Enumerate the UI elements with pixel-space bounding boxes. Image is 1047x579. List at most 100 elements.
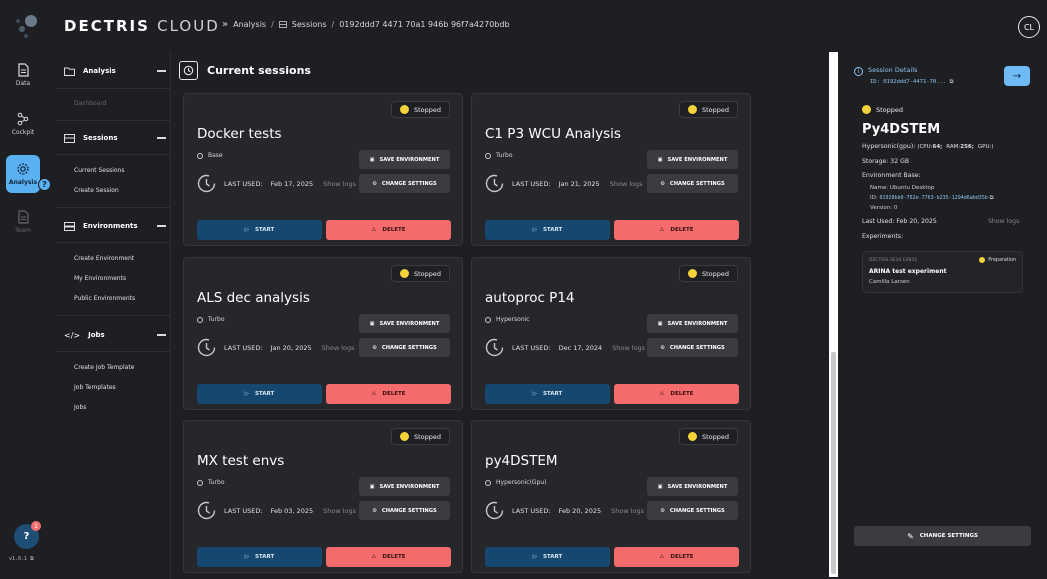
session-base: Hypersonic [485, 316, 530, 323]
help-badge-icon[interactable]: ? [38, 178, 51, 191]
session-card[interactable]: Stopped MX test envs Turbo LAST USED: Fe… [183, 420, 463, 573]
collapse-icon[interactable] [157, 334, 166, 336]
show-logs-link[interactable]: Show logs [610, 180, 643, 188]
rail-item-cockpit[interactable]: Cockpit [6, 105, 40, 143]
panel-title-text: Session Details [868, 66, 918, 74]
clock-icon [485, 338, 504, 357]
collapse-icon[interactable] [157, 137, 166, 139]
nav-item-public-environments[interactable]: Public Environments [74, 295, 135, 302]
change-settings-button[interactable]: ⚙ CHANGE SETTINGS [647, 338, 738, 357]
session-last-used: LAST USED: Feb 17, 2025 Show logs [197, 174, 356, 193]
panel-show-logs-link[interactable]: Show logs [988, 218, 1019, 225]
panel-status-text: Stopped [876, 105, 904, 114]
save-environment-button[interactable]: ▣ SAVE ENVIRONMENT [359, 314, 450, 333]
start-button[interactable]: ▷ START [485, 220, 610, 240]
change-settings-button[interactable]: ⚙ CHANGE SETTINGS [359, 338, 450, 357]
last-used-date: Feb 17, 2025 [270, 179, 314, 188]
nav-item-create-job-template[interactable]: Create Job Template [74, 364, 134, 371]
show-logs-link[interactable]: Show logs [611, 507, 644, 515]
change-settings-button[interactable]: ⚙ CHANGE SETTINGS [359, 501, 450, 520]
save-environment-button[interactable]: ▣ SAVE ENVIRONMENT [647, 150, 738, 169]
show-logs-link[interactable]: Show logs [322, 344, 355, 352]
nav-item-job-templates[interactable]: Job Templates [74, 384, 116, 391]
status-text: Stopped [413, 432, 441, 441]
delete-button[interactable]: ⚠ DELETE [326, 547, 451, 567]
status-text: Stopped [701, 269, 729, 278]
session-card[interactable]: Stopped autoproc P14 Hypersonic LAST USE… [471, 257, 751, 410]
start-button[interactable]: ▷ START [485, 547, 610, 567]
start-button[interactable]: ▷ START [197, 384, 322, 404]
show-logs-link[interactable]: Show logs [612, 344, 645, 352]
collapse-icon[interactable] [157, 225, 166, 227]
scrollbar-thumb[interactable] [831, 352, 836, 574]
save-icon: ▣ [657, 483, 663, 490]
session-card[interactable]: Stopped ALS dec analysis Turbo LAST USED… [183, 257, 463, 410]
delete-button[interactable]: ⚠ DELETE [614, 547, 739, 567]
app-logo[interactable]: DECTRIS CLOUD [64, 17, 220, 35]
show-logs-link[interactable]: Show logs [323, 180, 356, 188]
breadcrumb-analysis[interactable]: Analysis [233, 20, 266, 29]
rail-label-cockpit: Cockpit [11, 129, 35, 136]
rail-item-team[interactable]: Team [6, 203, 40, 241]
section-jobs[interactable]: </> Jobs [64, 326, 168, 344]
delete-button[interactable]: ⚠ DELETE [614, 220, 739, 240]
session-card[interactable]: Stopped py4DSTEM Hypersonic(Gpu) LAST US… [471, 420, 751, 573]
save-environment-button[interactable]: ▣ SAVE ENVIRONMENT [359, 477, 450, 496]
copy-icon[interactable]: ⧉ [949, 79, 953, 85]
delete-button[interactable]: ⚠ DELETE [614, 384, 739, 404]
nav-item-current-sessions[interactable]: Current Sessions [74, 167, 124, 174]
rail-item-data[interactable]: Data [6, 56, 40, 94]
save-environment-button[interactable]: ▣ SAVE ENVIRONMENT [359, 150, 450, 169]
collapse-panel-button[interactable]: → [1004, 66, 1030, 86]
copy-icon[interactable]: ⧉ [988, 195, 994, 201]
section-sessions[interactable]: Sessions [64, 129, 168, 147]
document-icon [18, 63, 29, 77]
session-base: Turbo [197, 479, 225, 486]
change-settings-button[interactable]: ⚙ CHANGE SETTINGS [647, 501, 738, 520]
gear-icon: ⚙ [660, 344, 665, 351]
change-settings-button[interactable]: ⚙ CHANGE SETTINGS [647, 174, 738, 193]
logo-light-text: CLOUD [157, 17, 220, 35]
experiment-card[interactable]: DECTRIS SE24 E0835 Preparation ARINA tes… [862, 251, 1023, 293]
panel-title: i Session Details [854, 66, 917, 76]
nav-item-dashboard[interactable]: Dashboard [74, 100, 107, 107]
session-name: Docker tests [197, 126, 282, 142]
base-type-icon [197, 152, 203, 159]
session-card[interactable]: Stopped C1 P3 WCU Analysis Turbo LAST US… [471, 93, 751, 246]
rail-item-analysis[interactable]: Analysis [6, 155, 40, 193]
nav-item-create-environment[interactable]: Create Environment [74, 255, 134, 262]
show-logs-link[interactable]: Show logs [323, 507, 356, 515]
start-button[interactable]: ▷ START [485, 384, 610, 404]
save-icon: ▣ [657, 156, 663, 163]
panel-change-settings-button[interactable]: ✎ CHANGE SETTINGS [854, 526, 1031, 546]
breadcrumb-sessions[interactable]: Sessions [292, 20, 327, 29]
section-title: Environments [83, 222, 138, 230]
delete-button[interactable]: ⚠ DELETE [326, 220, 451, 240]
base-type-icon [197, 479, 203, 486]
divider [56, 207, 171, 208]
base-type-icon [485, 152, 491, 159]
status-badge: Stopped [390, 101, 450, 118]
breadcrumb-separator: / [271, 20, 274, 29]
start-button[interactable]: ▷ START [197, 547, 322, 567]
nav-item-jobs[interactable]: Jobs [74, 404, 86, 411]
delete-button[interactable]: ⚠ DELETE [326, 384, 451, 404]
save-environment-button[interactable]: ▣ SAVE ENVIRONMENT [647, 314, 738, 333]
section-analysis[interactable]: Analysis [64, 62, 168, 80]
start-button[interactable]: ▷ START [197, 220, 322, 240]
app-version: v1.0.1 ⧉ [9, 556, 34, 562]
nav-item-create-session[interactable]: Create Session [74, 187, 119, 194]
save-environment-button[interactable]: ▣ SAVE ENVIRONMENT [647, 477, 738, 496]
session-card[interactable]: Stopped Docker tests Base LAST USED: Feb… [183, 93, 463, 246]
panel-env-version: Version: 0 [870, 205, 898, 211]
panel-last-used: Last Used: Feb 20, 2025 [862, 218, 937, 225]
session-base-text: Base [208, 152, 223, 159]
change-settings-button[interactable]: ⚙ CHANGE SETTINGS [359, 174, 450, 193]
session-base-text: Turbo [208, 479, 225, 486]
section-environments[interactable]: Environments [64, 217, 168, 235]
nav-item-my-environments[interactable]: My Environments [74, 275, 126, 282]
clock-icon [197, 174, 216, 193]
experiment-owner: Camilla Larsen [869, 279, 910, 285]
collapse-icon[interactable] [157, 70, 166, 72]
user-avatar[interactable]: CL [1018, 16, 1040, 38]
